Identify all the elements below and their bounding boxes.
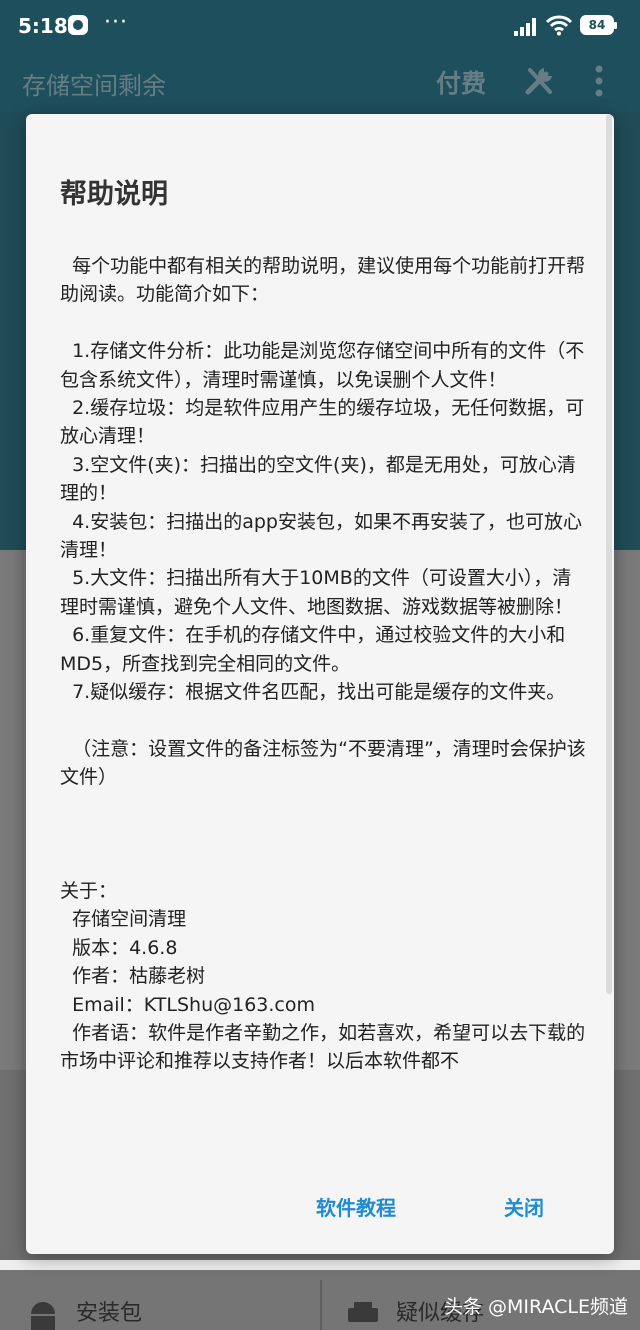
- tutorial-button[interactable]: 软件教程: [316, 1192, 396, 1221]
- help-paragraph: 每个功能中都有相关的帮助说明，建议使用每个功能前打开帮助阅读。功能简介如下：: [60, 255, 586, 306]
- app-title: 存储空间剩余: [22, 72, 166, 100]
- dialog-body[interactable]: 每个功能中都有相关的帮助说明，建议使用每个功能前打开帮助阅读。功能简介如下： 1…: [60, 252, 586, 1152]
- signal-icon: [514, 18, 536, 36]
- help-paragraph: [60, 820, 586, 848]
- background-divider: [320, 1280, 322, 1330]
- battery-icon: 84: [580, 15, 617, 35]
- cache-truck-icon: [348, 1302, 378, 1322]
- bottom-item-install-package[interactable]: 安装包: [76, 1295, 142, 1327]
- dialog-scrollbar[interactable]: [606, 114, 612, 994]
- help-paragraph: 关于：: [60, 879, 118, 902]
- help-paragraph: 版本：4.6.8: [60, 936, 178, 959]
- help-paragraph: Email：KTLShu@163.com: [60, 993, 316, 1016]
- dialog-actions: 软件教程 关闭: [26, 1184, 614, 1228]
- android-icon: [31, 1302, 55, 1330]
- help-paragraph: 5.大文件：扫描出所有大于10MB的文件（可设置大小），清理时需谨慎，避免个人文…: [60, 567, 574, 618]
- pay-button[interactable]: 付费: [436, 64, 486, 100]
- help-paragraph: 7.疑似缓存：根据文件名匹配，找出可能是缓存的文件夹。: [60, 681, 566, 704]
- help-paragraph: [60, 792, 586, 820]
- help-paragraph: [60, 309, 586, 337]
- help-paragraph: 作者：枯藤老树: [60, 965, 206, 988]
- wifi-icon: [546, 15, 572, 36]
- tools-icon[interactable]: [522, 64, 556, 98]
- help-paragraph: 作者语：软件是作者辛勤之作，如若喜欢，希望可以去下载的市场中评论和推荐以支持作者…: [60, 1021, 586, 1073]
- help-paragraph: 6.重复文件：在手机的存储文件中，通过校验文件的大小和MD5，所查找到完全相同的…: [60, 624, 566, 675]
- help-paragraph: [60, 849, 586, 877]
- help-dialog: 帮助说明 每个功能中都有相关的帮助说明，建议使用每个功能前打开帮助阅读。功能简介…: [26, 114, 614, 1254]
- help-paragraph: 3.空文件(夹)：扫描出的空文件(夹)，都是无用处，可放心清理的！: [60, 453, 576, 505]
- status-bar: 5:18 ··· 84: [0, 0, 640, 52]
- close-button[interactable]: 关闭: [504, 1192, 544, 1221]
- status-more-icon: ···: [104, 10, 128, 35]
- help-paragraph: 存储空间清理: [60, 908, 187, 931]
- watermark: 头条 @MIRACLE频道: [444, 1296, 628, 1318]
- app-notification-icon: [68, 15, 88, 35]
- overflow-menu-icon[interactable]: [592, 64, 606, 98]
- help-paragraph: （注意：设置文件的备注标签为“不要清理”，清理时会保护该文件）: [60, 737, 586, 789]
- status-time: 5:18: [18, 14, 68, 38]
- app-bar: 存储空间剩余 付费: [0, 52, 640, 112]
- dialog-title: 帮助说明: [60, 179, 168, 210]
- help-paragraph: [60, 707, 586, 735]
- help-paragraph: 1.存储文件分析：此功能是浏览您存储空间中所有的文件（不包含系统文件），清理时需…: [60, 340, 585, 391]
- help-paragraph: 2.缓存垃圾：均是软件应用产生的缓存垃圾，无任何数据，可放心清理！: [60, 397, 585, 448]
- help-paragraph: 4.安装包：扫描出的app安装包，如果不再安装了，也可放心清理！: [60, 510, 582, 562]
